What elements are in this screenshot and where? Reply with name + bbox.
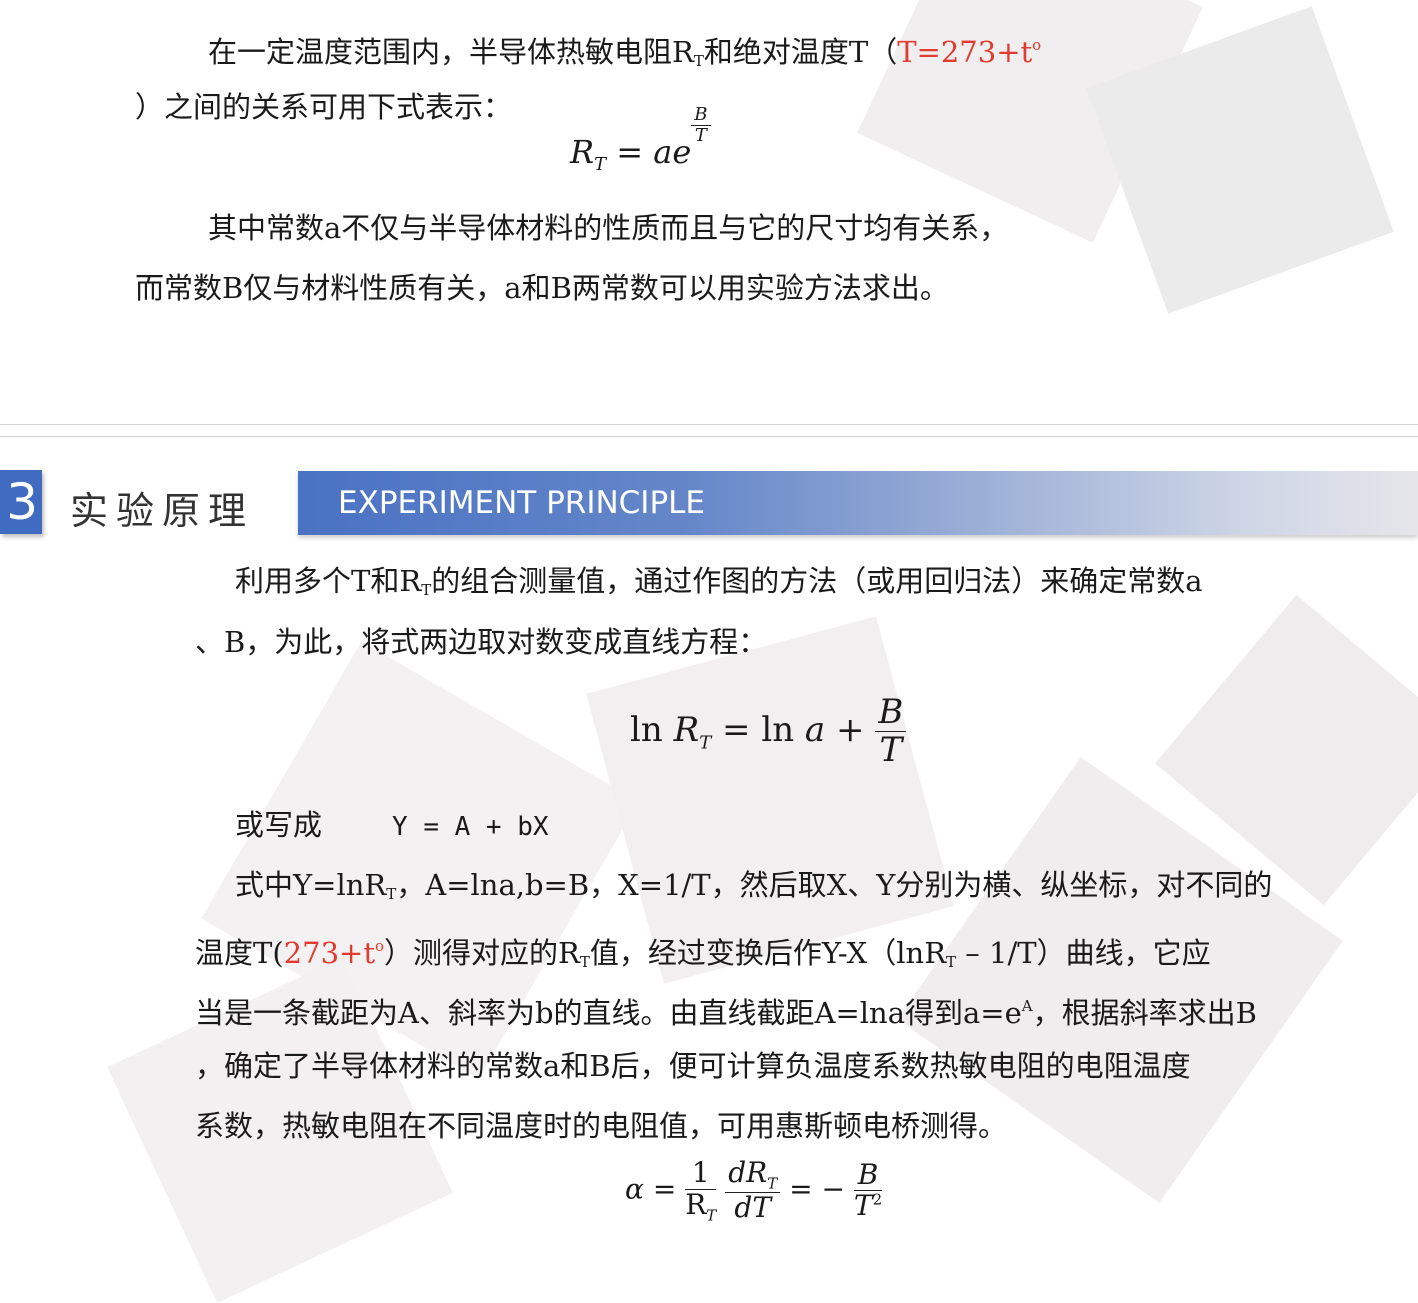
math-subscript: T [706, 1206, 717, 1225]
superscript: o [1032, 36, 1042, 54]
highlight-text: T=273+t [897, 35, 1033, 69]
math-function: ln [630, 709, 663, 750]
text: 的组合测量值，通过作图的方法（或用回归法）来确定常数a [431, 564, 1203, 598]
math-symbol: α [625, 1172, 644, 1206]
body-line-8: 系数，热敏电阻在不同温度时的电阻值，可用惠斯顿电桥测得。 [195, 1109, 1008, 1143]
intro-line-3: 其中常数a不仅与半导体材料的性质而且与它的尺寸均有关系， [208, 211, 1009, 245]
math-subscript: T [594, 154, 607, 176]
math-symbol: R [673, 709, 700, 750]
math-fraction: BT [875, 692, 907, 771]
math-denominator: T [879, 730, 903, 771]
intro-line-4: 而常数B仅与材料性质有关，a和B两常数可以用实验方法求出。 [135, 271, 949, 305]
subscript: T [579, 953, 590, 971]
math-superscript: 2 [872, 1191, 883, 1210]
text: ，A=lna,b=B，X=1/T，然后取X、Y分别为横、纵坐标，对不同的 [396, 868, 1273, 902]
exponent-fraction: BT [691, 104, 711, 146]
bg-shape [586, 616, 954, 984]
superscript: A [1021, 997, 1033, 1015]
math-operator: = [652, 1172, 677, 1206]
body-line-2: 、B，为此，将式两边取对数变成直线方程： [195, 625, 768, 659]
divider [0, 424, 1418, 425]
text: 式中Y=lnR [235, 868, 387, 902]
math-numerator: B [857, 1157, 879, 1191]
math-numerator: 1 [685, 1157, 717, 1190]
equation-ln: ln RT = ln a + BT [630, 692, 907, 771]
body-line-6: 当是一条截距为A、斜率为b的直线。由直线截距A=lna得到a=eA，根据斜率求出… [195, 991, 1257, 1028]
subscript: T [946, 953, 957, 971]
subscript: T [386, 885, 397, 903]
text: 在一定温度范围内，半导体热敏电阻R [208, 35, 694, 69]
body-line-7: ，确定了半导体材料的常数a和B后，便可计算负温度系数热敏电阻的电阻温度 [195, 1049, 1191, 1083]
subscript: T [421, 581, 432, 599]
math-denominator: dT [734, 1191, 772, 1225]
intro-line-1: 在一定温度范围内，半导体热敏电阻RT和绝对温度T（T=273+to [208, 30, 1041, 76]
math-numerator: dR [728, 1156, 768, 1189]
section-number: 3 [0, 470, 42, 534]
section-subtitle: EXPERIMENT PRINCIPLE [338, 485, 706, 521]
body-line-5: 温度T(273+to）测得对应的RT值，经过变换后作Y-X（lnRT – 1/T… [195, 931, 1211, 977]
math-numerator: B [694, 104, 708, 125]
body-line-1: 利用多个T和RT的组合测量值，通过作图的方法（或用回归法）来确定常数a [235, 566, 1203, 605]
linear-equation: Y = A + bX [392, 812, 549, 842]
math-subscript: T [699, 732, 712, 754]
math-operator: = ln [722, 709, 795, 750]
text: 或写成 [235, 808, 323, 842]
superscript: o [374, 937, 385, 955]
equation-rt: RT = ae B T [570, 105, 711, 175]
highlight-text: 273+t [283, 936, 375, 970]
text: 值，经过变换后作Y-X（lnR [589, 936, 947, 970]
math-operator: + [836, 709, 865, 750]
text: 当是一条截距为A、斜率为b的直线。由直线截距A=lna得到a=e [195, 996, 1022, 1030]
math-subscript: T [767, 1174, 778, 1193]
math-symbol: R [570, 132, 595, 171]
math-expression: = ae [616, 132, 692, 171]
math-denominator: R [685, 1187, 707, 1221]
body-line-3: 或写成 Y = A + bX [235, 810, 549, 842]
text: – 1/T）曲线，它应 [956, 936, 1211, 970]
divider [0, 436, 1418, 437]
subscript: T [693, 52, 704, 70]
text: 和绝对温度T（ [703, 35, 898, 69]
math-symbol: a [804, 709, 826, 750]
text: 利用多个T和R [235, 564, 422, 598]
equation-alpha: α = 1 RT dRT dT = − B T2 [625, 1156, 883, 1225]
body-line-4: 式中Y=lnRT，A=lna,b=B，X=1/T，然后取X、Y分别为横、纵坐标，… [235, 870, 1272, 909]
math-fraction: dRT dT [725, 1156, 781, 1225]
math-fraction: 1 RT [685, 1157, 717, 1225]
section-banner: EXPERIMENT PRINCIPLE [298, 471, 1418, 535]
math-denominator: T [694, 124, 707, 146]
math-numerator: B [878, 692, 904, 732]
text: 温度T( [195, 936, 284, 970]
math-fraction: B T2 [853, 1157, 883, 1223]
intro-line-2: ）之间的关系可用下式表示： [135, 90, 513, 124]
math-denominator: T [853, 1189, 873, 1223]
text: ，根据斜率求出B [1032, 996, 1257, 1030]
section-title: 实验原理 [70, 489, 255, 533]
text: ）测得对应的R [384, 936, 580, 970]
math-operator: = − [789, 1172, 845, 1206]
